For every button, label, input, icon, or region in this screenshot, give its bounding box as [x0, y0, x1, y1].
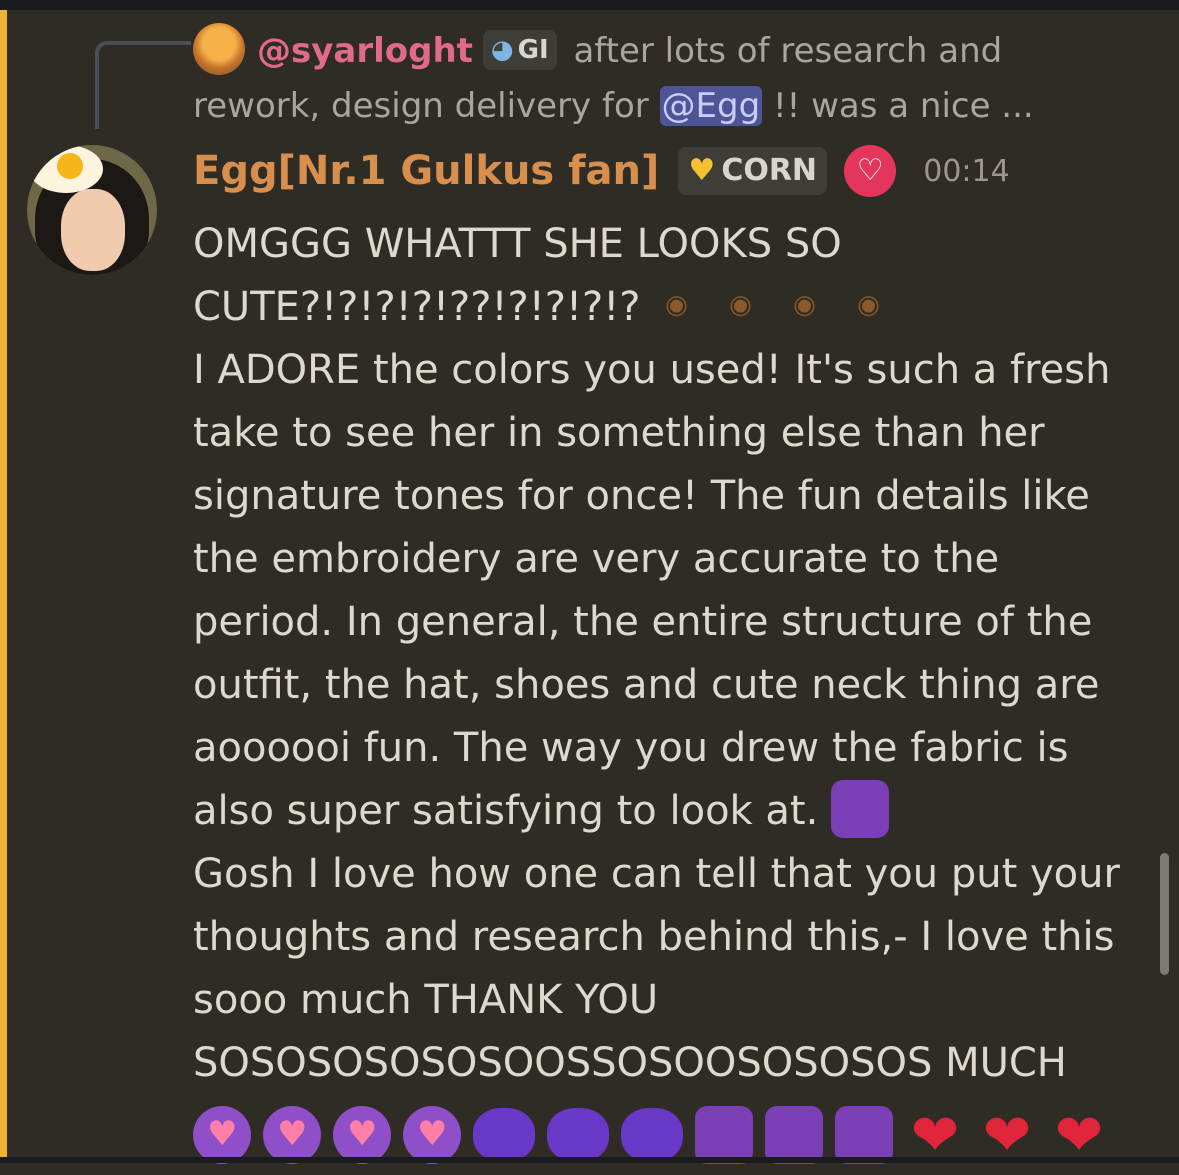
top-bar	[0, 0, 1179, 10]
message-line: signature tones for once! The fun detail…	[193, 473, 1090, 519]
emoji-row: ❤ ❤ ❤	[193, 1095, 1153, 1175]
message-line: Gosh I love how one can tell that you pu…	[193, 851, 1120, 897]
message-line: thoughts and research behind this,- I lo…	[193, 914, 1115, 960]
red-heart-emoji[interactable]: ❤	[905, 1106, 965, 1164]
scrollbar-thumb[interactable]	[1160, 853, 1169, 975]
buffalo-emoji[interactable]: ◉	[783, 290, 827, 320]
crying-creature-emoji[interactable]	[835, 1106, 893, 1164]
reply-avatar[interactable]	[193, 22, 245, 75]
guild-tag-icon: ◕	[490, 34, 514, 65]
message[interactable]: @syarloght ◕ GI after lots of research and…	[7, 10, 1157, 1164]
heart-eyes-emoji[interactable]	[333, 1106, 391, 1164]
reply-preview[interactable]: @syarloght ◕ GI after lots of research and…	[193, 22, 1123, 133]
message-line: I ADORE the colors you used! It's such a…	[193, 347, 1111, 393]
mention-highlight-bar	[0, 10, 7, 1157]
message-line: SOSOSOSOSOSOOSSOSOOSOSOSOS MUCH	[193, 1040, 1067, 1086]
reply-text: rework, design delivery for	[193, 85, 649, 126]
wiggle-emoji[interactable]	[473, 1108, 535, 1162]
message-line: period. In general, the entire structure…	[193, 599, 1093, 645]
author-name[interactable]: Egg[Nr.1 Gulkus fan]	[193, 148, 659, 194]
crying-creature-emoji[interactable]	[695, 1106, 753, 1164]
heart-eyes-emoji[interactable]	[193, 1106, 251, 1164]
heart-badge-icon[interactable]: ♡	[844, 145, 897, 197]
wiggle-emoji[interactable]	[621, 1108, 683, 1162]
heart-eyes-emoji[interactable]	[403, 1106, 461, 1164]
timestamp[interactable]: 00:14	[923, 154, 1009, 189]
buffalo-emoji[interactable]: ◉	[719, 290, 763, 320]
message-line: take to see her in something else than h…	[193, 410, 1045, 456]
buffalo-emoji[interactable]: ◉	[847, 290, 891, 320]
message-line: also super satisfying to look at.	[193, 780, 1153, 843]
reply-spine	[95, 41, 191, 129]
reply-author[interactable]: @syarloght	[257, 31, 473, 71]
message-line: OMGGG WHATTT SHE LOOKS SO	[193, 221, 842, 267]
reply-text: !! was a nice ...	[773, 85, 1034, 126]
red-heart-emoji[interactable]: ❤	[1049, 1106, 1109, 1164]
heart-icon: ♥	[688, 153, 716, 188]
guild-tag-badge[interactable]: ◕ GI	[482, 29, 557, 70]
role-badge[interactable]: ♥ CORN	[678, 147, 828, 195]
message-line: aoooooi fun. The way you drew the fabric…	[193, 725, 1069, 771]
message-line: sooo much THANK YOU	[193, 977, 659, 1023]
red-heart-emoji[interactable]: ❤	[977, 1106, 1037, 1164]
crying-creature-emoji[interactable]	[831, 780, 890, 838]
role-badge-label: CORN	[721, 153, 818, 188]
message-header: Egg[Nr.1 Gulkus fan] ♥ CORN ♡ 00:14	[193, 145, 1010, 205]
heart-eyes-emoji[interactable]	[263, 1106, 321, 1164]
crying-creature-emoji[interactable]	[765, 1106, 823, 1164]
guild-tag-label: GI	[517, 34, 549, 65]
message-body: OMGGG WHATTT SHE LOOKS SO CUTE?!?!?!?!??…	[193, 213, 1153, 1175]
message-line: the embroidery are very accurate to the	[193, 536, 1000, 582]
bottom-bar	[0, 1157, 1179, 1163]
mention[interactable]: @Egg	[659, 85, 763, 126]
message-line: outfit, the hat, shoes and cute neck thi…	[193, 662, 1100, 708]
avatar[interactable]	[27, 145, 157, 275]
buffalo-emoji[interactable]: ◉	[655, 290, 699, 320]
message-line: CUTE?!?!?!?!??!?!?!?!? ◉ ◉ ◉ ◉	[193, 276, 1153, 339]
reply-text: after lots of research and	[573, 31, 1003, 71]
wiggle-emoji[interactable]	[547, 1108, 609, 1162]
